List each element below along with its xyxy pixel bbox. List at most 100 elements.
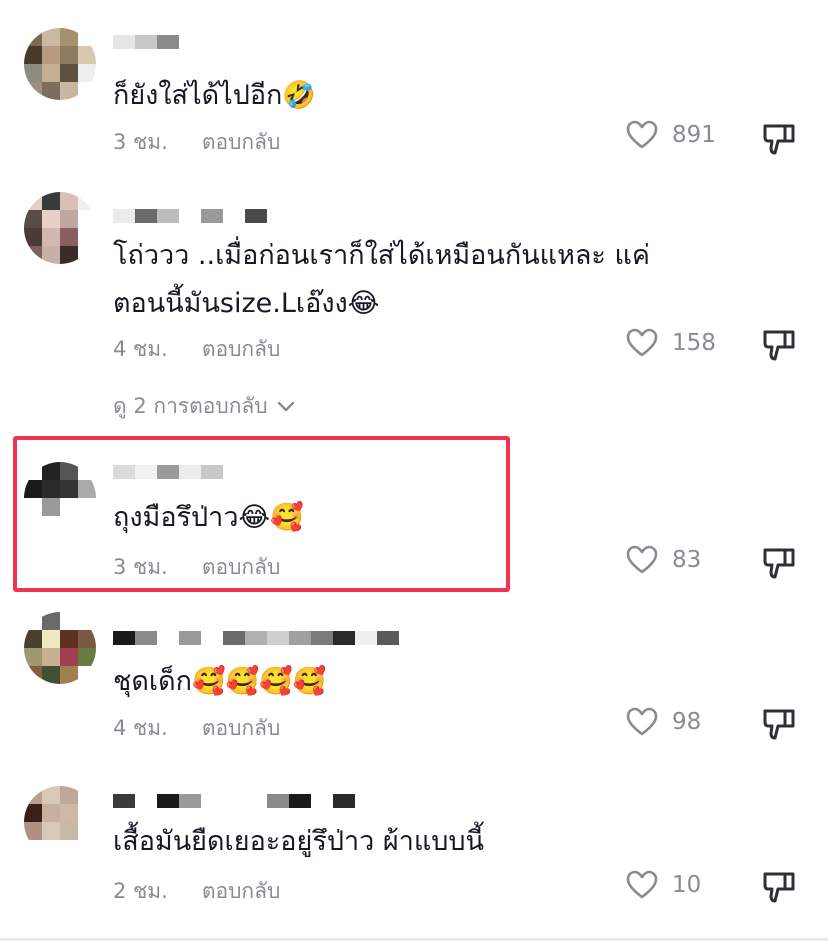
comment-time: 2 ชม.	[113, 879, 168, 903]
avatar-pixel	[78, 228, 96, 246]
avatar[interactable]	[24, 28, 96, 100]
avatar-pixel	[24, 82, 42, 100]
comment-text: เสื้อมันยืดเยอะอยู่รึป่าว ผ้าแบบนี้	[113, 826, 484, 857]
heart-icon	[626, 120, 658, 149]
avatar-pixel	[42, 804, 60, 822]
username-redacted[interactable]	[113, 32, 179, 52]
thumbs-down-icon	[763, 709, 795, 740]
avatar-pixel	[42, 192, 60, 210]
dislike-button[interactable]	[760, 120, 798, 162]
thumbs-down-icon	[763, 548, 795, 579]
like-button[interactable]: 891	[626, 120, 716, 150]
like-count: 891	[672, 122, 716, 148]
chevron-down-icon	[277, 401, 294, 411]
avatar-pixel	[60, 840, 78, 858]
comment-meta: 2 ชม. ตอบกลับ	[113, 875, 280, 908]
heart-icon	[626, 545, 658, 574]
like-button[interactable]: 98	[626, 707, 701, 737]
avatar-pixel	[24, 840, 42, 858]
avatar-pixel	[42, 498, 60, 516]
like-button[interactable]: 158	[626, 328, 716, 358]
avatar[interactable]	[24, 192, 96, 264]
username-redacted[interactable]	[113, 206, 267, 226]
avatar-pixel	[60, 46, 78, 64]
like-count: 83	[672, 547, 702, 573]
dislike-button[interactable]	[760, 326, 798, 368]
comment-meta: 3 ชม. ตอบกลับ	[113, 551, 280, 584]
comment-time: 3 ชม.	[113, 130, 168, 154]
avatar-pixel	[60, 192, 78, 210]
view-replies-button[interactable]: ดู 2 การตอบกลับ	[113, 390, 296, 423]
avatar-pixel	[60, 82, 78, 100]
reply-button[interactable]: ตอบกลับ	[202, 551, 281, 584]
avatar-pixel	[78, 822, 96, 840]
comment-meta: 4 ชม. ตอบกลับ	[113, 712, 280, 745]
avatar-pixel	[60, 246, 78, 264]
avatar-pixel	[24, 786, 42, 804]
reply-button[interactable]: ตอบกลับ	[202, 333, 281, 366]
like-button[interactable]: 83	[626, 545, 701, 575]
avatar-pixel	[60, 228, 78, 246]
avatar-pixel	[78, 804, 96, 822]
reply-button[interactable]: ตอบกลับ	[202, 126, 281, 159]
avatar-pixel	[42, 246, 60, 264]
heart-icon	[626, 870, 658, 899]
avatar-pixel	[42, 28, 60, 46]
avatar-pixel	[42, 228, 60, 246]
thumbs-down-icon	[763, 124, 795, 155]
avatar[interactable]	[24, 462, 96, 534]
avatar[interactable]	[24, 786, 96, 858]
avatar-pixel	[24, 612, 42, 630]
avatar-pixel	[60, 612, 78, 630]
comment-time: 4 ชม.	[113, 716, 168, 740]
avatar-pixel	[78, 82, 96, 100]
avatar-pixel	[24, 28, 42, 46]
avatar-pixel	[60, 28, 78, 46]
like-button[interactable]: 10	[626, 870, 701, 900]
avatar-pixel	[42, 46, 60, 64]
avatar-pixel	[42, 612, 60, 630]
avatar-pixel	[60, 630, 78, 648]
avatar-pixel	[42, 786, 60, 804]
heart-icon	[626, 328, 658, 357]
avatar-pixel	[24, 648, 42, 666]
avatar-pixel	[42, 822, 60, 840]
heart-icon	[626, 707, 658, 736]
avatar-pixel	[78, 210, 96, 228]
avatar-pixel	[78, 192, 96, 210]
comment-text: โถ่ววว ..เมื่อก่อนเราก็ใส่ได้เหมือนกันแห…	[113, 240, 650, 271]
avatar-pixel	[78, 648, 96, 666]
like-count: 10	[672, 872, 702, 898]
comment-text-line2: ตอนนี้มันsize.Lเอ๊งง😂	[113, 288, 380, 319]
avatar-pixel	[42, 840, 60, 858]
avatar-pixel	[24, 480, 42, 498]
like-count: 98	[672, 709, 702, 735]
avatar-pixel	[24, 64, 42, 82]
avatar-pixel	[78, 64, 96, 82]
username-redacted[interactable]	[113, 628, 399, 648]
avatar-pixel	[60, 210, 78, 228]
avatar-pixel	[60, 498, 78, 516]
reply-button[interactable]: ตอบกลับ	[202, 712, 281, 745]
username-redacted[interactable]	[113, 462, 223, 482]
username-redacted[interactable]	[113, 791, 355, 811]
view-replies-label: ดู 2 การตอบกลับ	[113, 394, 268, 418]
reply-button[interactable]: ตอบกลับ	[202, 875, 281, 908]
dislike-button[interactable]	[760, 705, 798, 747]
avatar-pixel	[78, 246, 96, 264]
comment-time: 3 ชม.	[113, 555, 168, 579]
dislike-button[interactable]	[760, 544, 798, 586]
avatar-pixel	[78, 786, 96, 804]
avatar[interactable]	[24, 612, 96, 684]
avatar-pixel	[42, 666, 60, 684]
avatar-pixel	[24, 192, 42, 210]
avatar-pixel	[60, 64, 78, 82]
avatar-pixel	[42, 462, 60, 480]
dislike-button[interactable]	[760, 868, 798, 910]
avatar-pixel	[24, 228, 42, 246]
avatar-pixel	[24, 46, 42, 64]
comment-meta: 4 ชม. ตอบกลับ	[113, 333, 280, 366]
thumbs-down-icon	[763, 872, 795, 903]
avatar-pixel	[24, 246, 42, 264]
avatar-pixel	[24, 666, 42, 684]
